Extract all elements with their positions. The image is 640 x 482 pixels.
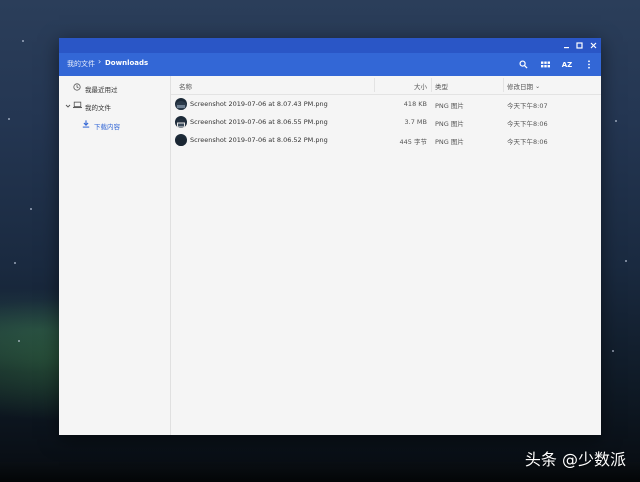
- image-thumbnail-icon: [175, 116, 187, 128]
- close-button[interactable]: [586, 38, 600, 53]
- file-name: Screenshot 2019-07-06 at 8.06.52 PM.png: [190, 136, 328, 144]
- file-size: 3.7 MB: [404, 118, 427, 126]
- column-divider: [503, 78, 504, 92]
- file-name: Screenshot 2019-07-06 at 8.06.55 PM.png: [190, 118, 328, 126]
- toolbar: 我的文件 › Downloads AZ: [59, 53, 601, 76]
- file-date: 今天下午8:06: [507, 120, 548, 128]
- file-type: PNG 图片: [435, 120, 464, 128]
- star: [22, 40, 24, 42]
- file-name: Screenshot 2019-07-06 at 8.07.43 PM.png: [190, 100, 328, 108]
- title-bar[interactable]: [59, 38, 601, 53]
- file-list-header: 名称 大小 类型 修改日期 ⌄: [171, 76, 601, 95]
- file-size: 418 KB: [403, 100, 427, 108]
- star: [18, 340, 20, 342]
- breadcrumb-separator: ›: [98, 57, 102, 66]
- sidebar-item-recent[interactable]: 我最近用过: [59, 80, 170, 96]
- breadcrumb-root[interactable]: 我的文件: [67, 59, 95, 69]
- column-header-date-label: 修改日期: [507, 83, 533, 91]
- column-divider: [431, 78, 432, 92]
- sort-button[interactable]: AZ: [559, 57, 575, 72]
- sidebar-item-label: 下载内容: [94, 123, 120, 131]
- star: [30, 208, 32, 210]
- file-row[interactable]: Screenshot 2019-07-06 at 8.07.43 PM.png …: [171, 95, 601, 113]
- column-header-date[interactable]: 修改日期 ⌄: [507, 81, 540, 91]
- more-options-button[interactable]: [581, 57, 597, 72]
- image-thumbnail-icon: [175, 98, 187, 110]
- star: [14, 262, 16, 264]
- column-divider: [374, 78, 375, 92]
- column-header-name[interactable]: 名称: [179, 81, 192, 91]
- star: [8, 118, 10, 120]
- grid-view-button[interactable]: [537, 57, 553, 72]
- star: [625, 260, 627, 262]
- grid-view-icon: [540, 61, 550, 68]
- clock-icon: [73, 83, 81, 91]
- more-vert-icon: [588, 60, 590, 69]
- file-row[interactable]: Screenshot 2019-07-06 at 8.06.52 PM.png …: [171, 131, 601, 149]
- file-row[interactable]: Screenshot 2019-07-06 at 8.06.55 PM.png …: [171, 113, 601, 131]
- minimize-icon: [563, 47, 569, 49]
- search-button[interactable]: [515, 57, 531, 72]
- files-app-window: 我的文件 › Downloads AZ 我最近用过 我的文件 下载内容 名称 大…: [59, 38, 601, 435]
- column-header-type[interactable]: 类型: [435, 81, 448, 91]
- download-icon: [82, 120, 90, 128]
- file-date: 今天下午8:07: [507, 102, 548, 110]
- star: [615, 120, 617, 122]
- sidebar-item-downloads[interactable]: 下载内容: [59, 117, 170, 133]
- sort-descending-icon: ⌄: [535, 83, 541, 90]
- file-size: 445 字节: [399, 138, 427, 146]
- file-type: PNG 图片: [435, 138, 464, 146]
- search-icon: [518, 60, 528, 69]
- breadcrumb-current[interactable]: Downloads: [105, 59, 148, 67]
- laptop-icon: [73, 101, 82, 109]
- column-header-size[interactable]: 大小: [414, 81, 427, 91]
- sidebar-item-label: 我最近用过: [85, 86, 118, 94]
- minimize-button[interactable]: [559, 38, 573, 53]
- sidebar-item-label: 我的文件: [85, 104, 111, 112]
- close-icon: [590, 42, 596, 49]
- star: [612, 350, 614, 352]
- image-thumbnail-icon: [175, 134, 187, 146]
- sidebar-item-my-files[interactable]: 我的文件: [59, 98, 170, 114]
- file-date: 今天下午8:06: [507, 138, 548, 146]
- sidebar: 我最近用过 我的文件 下载内容: [59, 76, 171, 435]
- watermark: 头条 @少数派: [524, 450, 626, 469]
- file-list: 名称 大小 类型 修改日期 ⌄ Screenshot 2019-07-06 at…: [171, 76, 601, 435]
- maximize-icon: [575, 42, 583, 49]
- chevron-down-icon[interactable]: [65, 103, 71, 109]
- maximize-button[interactable]: [572, 38, 586, 53]
- file-type: PNG 图片: [435, 102, 464, 110]
